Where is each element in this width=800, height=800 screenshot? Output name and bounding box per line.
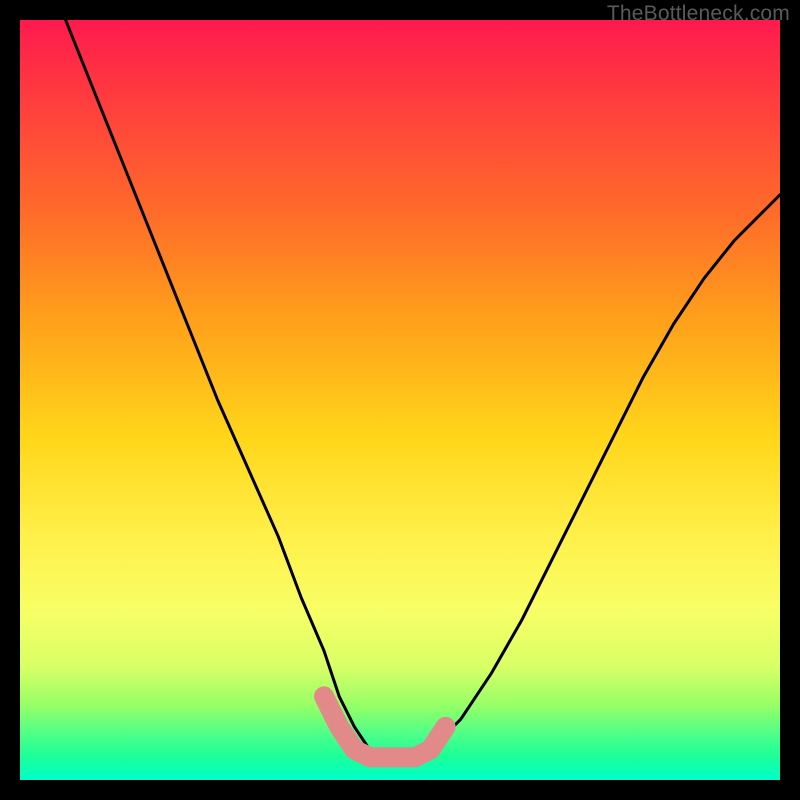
plot-area [20, 20, 780, 780]
curve-svg [20, 20, 780, 780]
bottleneck-curve [66, 20, 780, 757]
chart-frame: TheBottleneck.com [0, 0, 800, 800]
